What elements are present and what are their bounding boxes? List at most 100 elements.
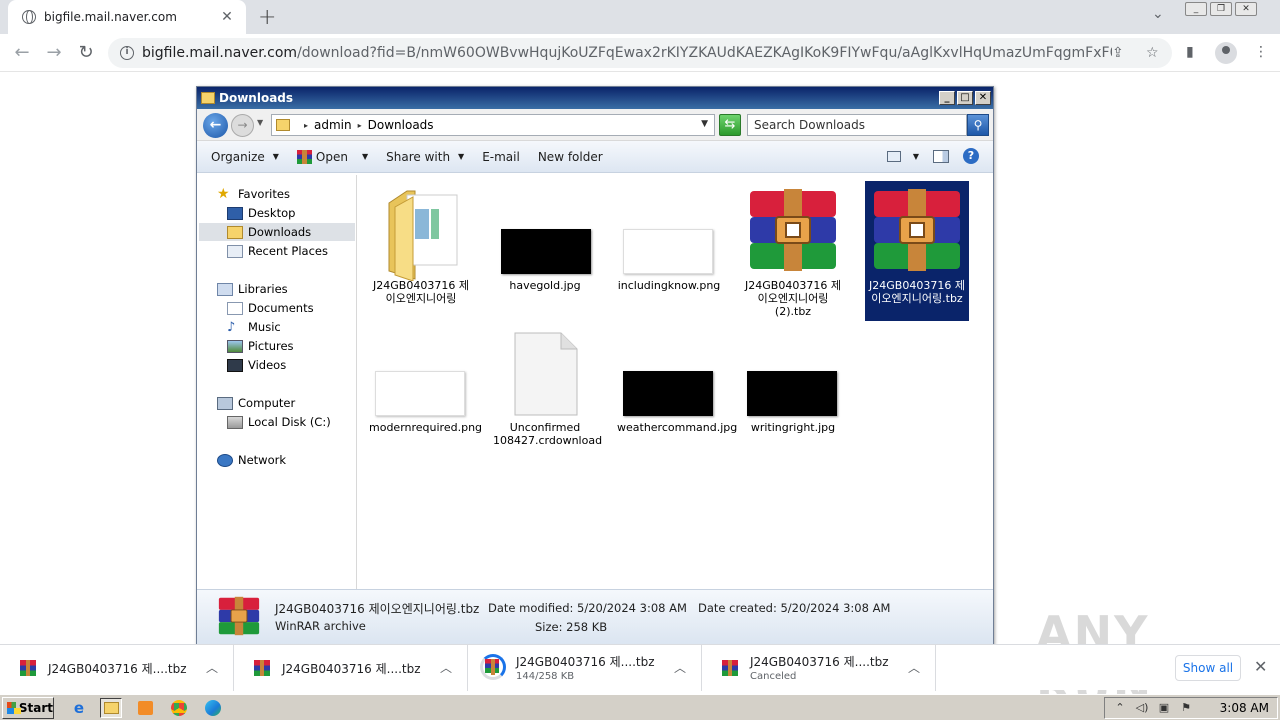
chevron-down-icon[interactable]: ▼	[913, 152, 919, 161]
explorer-window-controls: _ □ ✕	[937, 91, 991, 105]
forward-arrow-icon[interactable]: →	[44, 42, 64, 63]
bookmark-star-icon[interactable]: ☆	[1146, 45, 1159, 61]
file-item-image[interactable]: writingright.jpg	[741, 323, 845, 453]
show-all-button[interactable]: Show all	[1175, 655, 1241, 681]
change-view-icon[interactable]	[886, 150, 901, 162]
preview-pane-icon[interactable]	[933, 149, 949, 163]
media-player-icon[interactable]	[134, 698, 156, 718]
tab-search-chevron-icon[interactable]: ⌄	[1152, 6, 1164, 22]
speaker-icon[interactable]: ◁)	[1135, 701, 1149, 715]
explorer-maximize-button[interactable]: □	[957, 91, 973, 105]
network-icon	[217, 453, 233, 467]
nav-computer[interactable]: Computer	[217, 394, 295, 412]
site-info-icon[interactable]: i	[120, 46, 134, 60]
nav-libraries[interactable]: Libraries	[217, 280, 288, 298]
download-item[interactable]: J24GB0403716 제....tbz ︿	[234, 645, 468, 691]
chevron-up-icon[interactable]: ︿	[908, 659, 920, 676]
chevron-up-icon[interactable]: ︿	[440, 659, 452, 676]
nav-favorites[interactable]: ★ Favorites	[217, 185, 290, 203]
chevron-right-icon[interactable]: ▸	[358, 121, 362, 130]
winrar-icon	[722, 660, 738, 676]
side-panel-icon[interactable]: ▮	[1186, 44, 1194, 60]
winrar-archive-icon	[750, 189, 836, 271]
explorer-minimize-button[interactable]: _	[939, 91, 955, 105]
file-item-archive-selected[interactable]: J24GB0403716 제이오엔지니어링.tbz	[865, 181, 969, 321]
explorer-refresh-button[interactable]: ⇆	[719, 114, 741, 136]
nav-music[interactable]: ♪ Music	[227, 318, 281, 336]
nav-pictures[interactable]: Pictures	[227, 337, 294, 355]
nav-desktop[interactable]: Desktop	[227, 204, 295, 222]
history-dropdown-icon[interactable]: ▼	[257, 118, 263, 127]
nav-local-disk[interactable]: Local Disk (C:)	[227, 413, 331, 431]
profile-avatar[interactable]	[1215, 42, 1237, 64]
system-tray: ⌃ ◁) ▣ ⚑ 3:08 AM	[1104, 697, 1278, 719]
chrome-icon[interactable]	[168, 698, 190, 718]
windows-logo-icon	[7, 702, 21, 714]
explorer-address-box[interactable]: ▸ admin ▸ Downloads ▼	[271, 114, 715, 136]
nav-videos[interactable]: Videos	[227, 356, 286, 374]
close-shelf-icon[interactable]: ✕	[1254, 657, 1267, 676]
file-name: J24GB0403716 제이오엔지니어링	[373, 279, 469, 305]
breadcrumb-downloads[interactable]: Downloads	[368, 118, 434, 132]
download-item-in-progress[interactable]: J24GB0403716 제....tbz 144/258 KB ︿	[468, 645, 702, 691]
file-item-image[interactable]: modernrequired.png	[369, 323, 482, 453]
file-name: J24GB0403716 제이오엔지니어링.tbz	[869, 279, 965, 305]
file-item-archive[interactable]: J24GB0403716 제이오엔지니어링(2).tbz	[741, 181, 845, 321]
nav-network[interactable]: Network	[217, 451, 286, 469]
chevron-up-icon[interactable]: ︿	[674, 659, 686, 676]
start-button[interactable]: Start	[2, 697, 54, 719]
blank-file-icon	[514, 332, 578, 416]
reload-icon[interactable]: ↻	[76, 42, 96, 63]
file-item-image[interactable]: havegold.jpg	[493, 181, 597, 321]
clock[interactable]: 3:08 AM	[1220, 701, 1269, 715]
new-folder-button[interactable]: New folder	[538, 150, 603, 164]
edge-icon[interactable]	[202, 698, 224, 718]
search-icon[interactable]: ⚲	[967, 114, 989, 136]
explorer-close-button[interactable]: ✕	[975, 91, 991, 105]
nav-recent-places[interactable]: Recent Places	[227, 242, 328, 260]
file-item-crdownload[interactable]: Unconfirmed 108427.crdownload	[493, 323, 602, 453]
new-tab-button[interactable]: +	[258, 5, 276, 30]
explorer-back-button[interactable]: ←	[203, 113, 228, 138]
chevron-right-icon[interactable]: ▸	[304, 121, 308, 130]
file-item-image[interactable]: includingknow.png	[617, 181, 721, 321]
address-dropdown-icon[interactable]: ▼	[701, 119, 708, 129]
share-icon[interactable]: ⇪	[1112, 45, 1124, 61]
close-window-button[interactable]: ✕	[1235, 2, 1257, 16]
file-item-folder[interactable]: J24GB0403716 제이오엔지니어링	[369, 181, 473, 321]
tab-close-icon[interactable]: ✕	[218, 9, 236, 25]
file-item-image[interactable]: weathercommand.jpg	[617, 323, 737, 453]
organize-button[interactable]: Organize ▼	[211, 150, 279, 164]
flag-icon[interactable]: ⚑	[1179, 701, 1193, 715]
minimize-button[interactable]: _	[1185, 2, 1207, 16]
window-controls: _ ❐ ✕	[1182, 2, 1257, 16]
explorer-title: Downloads	[219, 91, 294, 105]
breadcrumb-admin[interactable]: admin	[314, 118, 352, 132]
explorer-window: Downloads _ □ ✕ ← → ▼ ▸ admin ▸ Download…	[196, 86, 994, 646]
download-item[interactable]: J24GB0403716 제....tbz ︿	[0, 645, 234, 691]
nav-downloads[interactable]: Downloads	[199, 223, 355, 241]
email-button[interactable]: E-mail	[482, 150, 520, 164]
internet-explorer-icon[interactable]: e	[68, 698, 90, 718]
start-label: Start	[18, 701, 53, 715]
back-arrow-icon[interactable]: ←	[12, 42, 32, 63]
explorer-search-input[interactable]: Search Downloads	[747, 114, 967, 136]
chevron-down-icon[interactable]: ▼	[362, 152, 368, 161]
help-icon[interactable]: ?	[963, 148, 979, 164]
download-shelf: J24GB0403716 제....tbz ︿ J24GB0403716 제..…	[0, 644, 1280, 691]
chevron-up-icon[interactable]: ⌃	[1113, 701, 1127, 715]
address-bar[interactable]: i bigfile.mail.naver.com/download?fid=B/…	[108, 38, 1172, 68]
browser-tab[interactable]: bigfile.mail.naver.com ✕	[8, 0, 246, 34]
share-with-button[interactable]: Share with ▼	[386, 150, 464, 164]
restore-button[interactable]: ❐	[1210, 2, 1232, 16]
explorer-taskbar-icon[interactable]	[100, 698, 122, 718]
chevron-up-icon[interactable]: ︿	[206, 659, 218, 676]
file-list-area: J24GB0403716 제이오엔지니어링 havegold.jpg inclu…	[359, 175, 993, 589]
documents-icon	[227, 301, 243, 315]
explorer-forward-button[interactable]: →	[231, 114, 254, 137]
network-tray-icon[interactable]: ▣	[1157, 701, 1171, 715]
nav-documents[interactable]: Documents	[227, 299, 314, 317]
open-button[interactable]: Open ▼	[296, 149, 368, 164]
download-item-canceled[interactable]: J24GB0403716 제....tbz Canceled ︿	[702, 645, 936, 691]
menu-kebab-icon[interactable]: ⋮	[1254, 44, 1268, 60]
